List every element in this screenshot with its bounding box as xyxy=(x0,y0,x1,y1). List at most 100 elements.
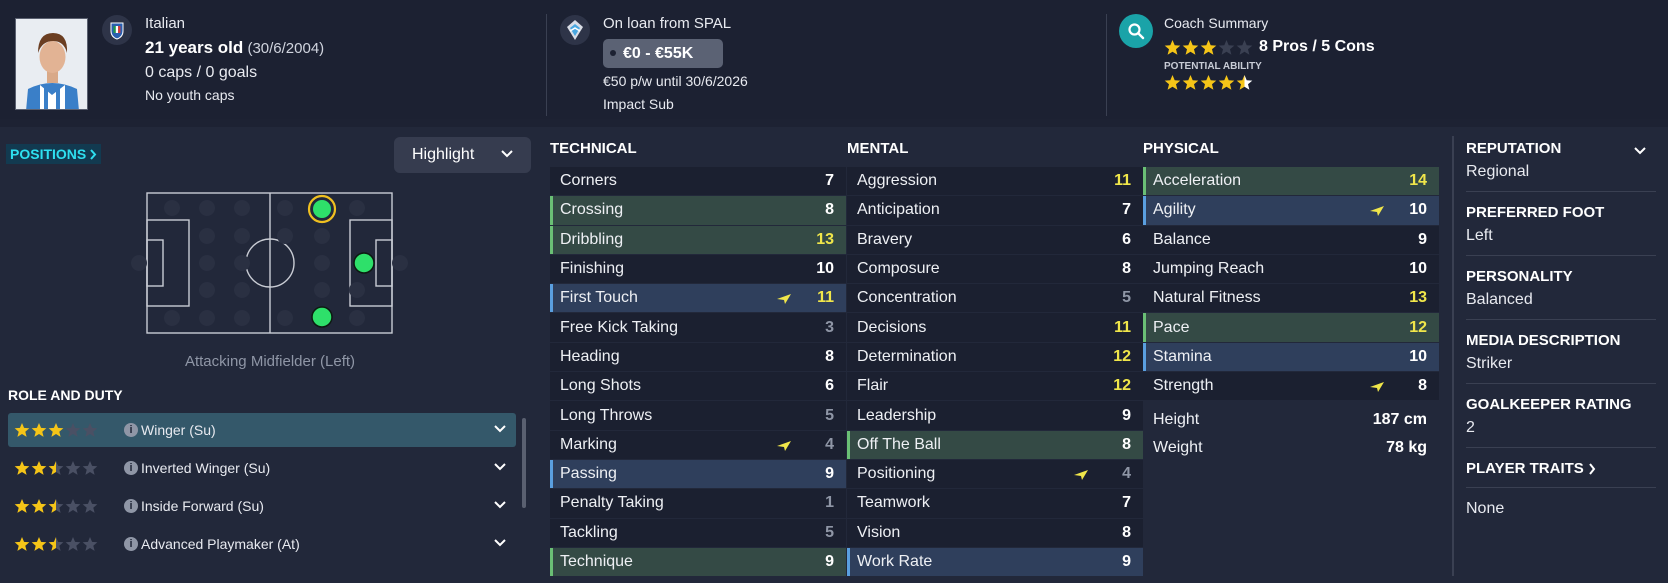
attribute-name: Dribbling xyxy=(560,230,624,248)
attribute-name: Flair xyxy=(857,377,889,395)
attribute-row[interactable]: Balance 9 xyxy=(1143,224,1439,254)
attribute-row[interactable]: Tackling 5 xyxy=(550,517,846,547)
attribute-value: 14 xyxy=(1409,172,1427,190)
attribute-name: Marking xyxy=(560,435,617,453)
attribute-value: 8 xyxy=(825,201,834,219)
coach-summary-title[interactable]: Coach Summary xyxy=(1164,15,1268,31)
role-row[interactable]: i Inside Forward (Su) xyxy=(8,489,516,523)
attribute-row[interactable]: Corners 7 xyxy=(550,166,846,196)
wage-range-pill[interactable]: €0 - €55K xyxy=(603,39,723,68)
attribute-row[interactable]: Heading 8 xyxy=(550,341,846,372)
attribute-row[interactable]: Leadership 9 xyxy=(847,400,1143,430)
attribute-row[interactable]: Aggression 11 xyxy=(847,166,1143,196)
loan-status[interactable]: On loan from SPAL xyxy=(603,15,731,32)
column-divider xyxy=(1452,136,1454,576)
player-traits-link[interactable]: PLAYER TRAITS xyxy=(1466,460,1656,477)
attribute-row[interactable]: Finishing 10 xyxy=(550,253,846,284)
preferred-foot-value: Left xyxy=(1466,227,1493,244)
role-row[interactable]: i Inverted Winger (Su) xyxy=(8,451,516,485)
player-header: Italian 21 years old (30/6/2004) 0 caps … xyxy=(0,0,1668,119)
attribute-name: Long Throws xyxy=(560,406,653,424)
physical-attributes: PHYSICAL Acceleration 14 Agility 10 Balance 9… xyxy=(1143,140,1439,462)
pros-cons[interactable]: 8 Pros / 5 Cons xyxy=(1259,38,1375,56)
chevron-down-icon[interactable] xyxy=(494,425,506,433)
attribute-row[interactable]: Agility 10 xyxy=(1143,195,1439,225)
attribute-row[interactable]: Passing 9 xyxy=(550,458,846,489)
attribute-row[interactable]: Decisions 11 xyxy=(847,312,1143,342)
position-pitch[interactable] xyxy=(125,188,415,338)
attribute-row[interactable]: Positioning 4 xyxy=(847,458,1143,489)
role-row[interactable]: i Winger (Su) xyxy=(8,413,516,447)
chevron-down-icon[interactable] xyxy=(494,501,506,509)
attribute-row[interactable]: Penalty Taking 1 xyxy=(550,488,846,518)
attribute-name: Crossing xyxy=(560,201,624,219)
attribute-row[interactable]: Composure 8 xyxy=(847,253,1143,284)
attribute-name: Finishing xyxy=(560,260,625,278)
attribute-value: 10 xyxy=(1409,347,1427,365)
attribute-row[interactable]: Marking 4 xyxy=(550,429,846,459)
star-icon xyxy=(31,536,47,551)
info-icon[interactable]: i xyxy=(124,499,138,513)
attribute-row[interactable]: Natural Fitness 13 xyxy=(1143,283,1439,313)
attribute-row[interactable]: Jumping Reach 10 xyxy=(1143,253,1439,284)
attribute-row[interactable]: Concentration 5 xyxy=(847,283,1143,313)
player-avatar[interactable] xyxy=(15,18,88,110)
development-arrow-icon xyxy=(1370,206,1384,217)
attribute-name: First Touch xyxy=(560,289,638,307)
attribute-row[interactable]: Bravery 6 xyxy=(847,224,1143,254)
star-icon xyxy=(14,536,30,551)
info-icon[interactable]: i xyxy=(124,461,138,475)
star-half-icon xyxy=(48,498,64,513)
search-icon[interactable] xyxy=(1119,14,1153,48)
chevron-down-icon[interactable] xyxy=(494,539,506,547)
development-arrow-icon xyxy=(777,440,791,451)
attribute-value: 8 xyxy=(1122,260,1131,278)
star-empty-icon xyxy=(82,460,98,475)
reputation-block[interactable]: REPUTATION Regional xyxy=(1466,140,1656,181)
chevron-down-icon[interactable] xyxy=(1634,147,1646,155)
italy-federation-icon[interactable] xyxy=(102,15,132,45)
highlight-dropdown[interactable]: Highlight xyxy=(394,137,531,173)
attribute-name: Jumping Reach xyxy=(1153,260,1265,278)
attribute-row[interactable]: Free Kick Taking 3 xyxy=(550,312,846,342)
height-row: Height 187 cm xyxy=(1143,406,1439,434)
attribute-name: Work Rate xyxy=(857,553,933,570)
player-traits-label: PLAYER TRAITS xyxy=(1466,460,1584,477)
info-icon[interactable]: i xyxy=(124,423,138,437)
attribute-row[interactable]: Anticipation 7 xyxy=(847,195,1143,225)
attribute-row[interactable]: Dribbling 13 xyxy=(550,224,846,255)
attribute-row[interactable]: Work Rate 9 xyxy=(847,546,1143,577)
attribute-row[interactable]: Off The Ball 8 xyxy=(847,429,1143,460)
reputation-value: Regional xyxy=(1466,163,1530,180)
attribute-name: Agility xyxy=(1153,201,1196,219)
attribute-row[interactable]: Technique 9 xyxy=(550,546,846,577)
attribute-row[interactable]: Acceleration 14 xyxy=(1143,166,1439,196)
attribute-name: Tackling xyxy=(560,523,618,541)
info-icon[interactable]: i xyxy=(124,537,138,551)
technical-attributes: TECHNICAL Corners 7 Crossing 8 Dribbling 13 Fi… xyxy=(550,140,846,577)
star-icon xyxy=(14,422,30,437)
attribute-value: 12 xyxy=(1409,318,1427,336)
attribute-name: Long Shots xyxy=(560,377,641,395)
chevron-down-icon[interactable] xyxy=(494,463,506,471)
attribute-row[interactable]: Flair 12 xyxy=(847,371,1143,401)
attribute-row[interactable]: Pace 12 xyxy=(1143,312,1439,343)
attribute-row[interactable]: Strength 8 xyxy=(1143,371,1439,401)
positions-link[interactable]: POSITIONS xyxy=(6,144,102,164)
attribute-row[interactable]: Vision 8 xyxy=(847,517,1143,547)
role-duty-title: ROLE AND DUTY xyxy=(8,387,123,403)
attribute-value: 9 xyxy=(825,553,834,570)
attribute-row[interactable]: Crossing 8 xyxy=(550,195,846,225)
attribute-row[interactable]: Stamina 10 xyxy=(1143,341,1439,372)
spal-crest-icon[interactable] xyxy=(560,15,590,45)
nationality[interactable]: Italian xyxy=(145,15,185,32)
attribute-row[interactable]: Long Shots 6 xyxy=(550,371,846,401)
role-list-scrollbar[interactable] xyxy=(522,418,526,508)
attribute-row[interactable]: Teamwork 7 xyxy=(847,488,1143,518)
attribute-row[interactable]: Determination 12 xyxy=(847,341,1143,372)
attribute-name: Heading xyxy=(560,347,620,365)
attribute-row[interactable]: First Touch 11 xyxy=(550,283,846,313)
attribute-row[interactable]: Long Throws 5 xyxy=(550,400,846,430)
header-divider xyxy=(546,14,547,116)
role-row[interactable]: i Advanced Playmaker (At) xyxy=(8,527,516,561)
